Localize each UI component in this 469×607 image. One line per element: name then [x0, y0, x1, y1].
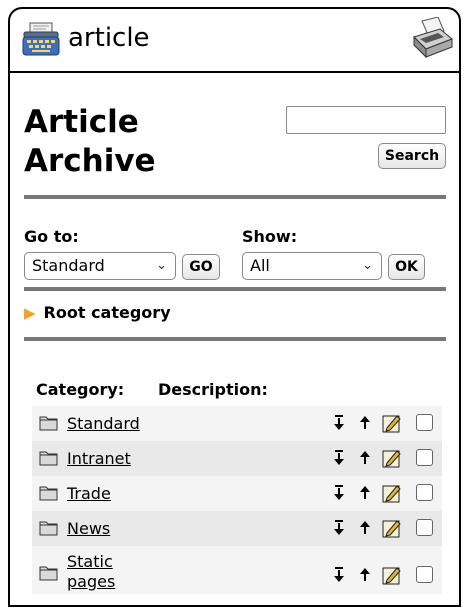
printer-icon[interactable] [410, 17, 454, 59]
ok-button[interactable]: OK [388, 254, 425, 280]
table-row: Trade [32, 476, 442, 511]
category-link[interactable]: Standard [67, 414, 140, 434]
edit-icon[interactable] [382, 565, 402, 585]
divider [24, 287, 446, 291]
row-checkbox[interactable] [416, 449, 433, 466]
row-checkbox[interactable] [416, 484, 433, 501]
category-table: Standard Intranet Trade News Static page… [32, 406, 442, 594]
category-link[interactable]: Trade [67, 484, 137, 504]
divider [24, 337, 446, 341]
search-input[interactable] [286, 106, 446, 134]
typewriter-icon [22, 22, 60, 56]
row-checkbox[interactable] [416, 566, 433, 583]
goto-label: Go to: [24, 227, 79, 246]
move-down-icon[interactable] [332, 484, 346, 502]
divider [24, 195, 446, 199]
goto-select[interactable]: Standard ⌄ [24, 252, 176, 280]
move-down-icon[interactable] [332, 414, 346, 432]
table-row: Standard [32, 406, 442, 441]
page-title: Article Archive [24, 103, 224, 181]
category-link[interactable]: Intranet [67, 449, 137, 469]
app-window: article Article Archive Search Go to: St… [8, 7, 461, 607]
move-down-icon[interactable] [332, 449, 346, 467]
breadcrumb-root: Root category [43, 303, 171, 322]
breadcrumb[interactable]: ▶ Root category [24, 303, 171, 323]
edit-icon[interactable] [382, 413, 402, 433]
move-up-icon[interactable] [358, 449, 372, 467]
edit-icon[interactable] [382, 483, 402, 503]
chevron-down-icon: ⌄ [362, 258, 373, 273]
show-select[interactable]: All ⌄ [242, 252, 382, 280]
edit-icon[interactable] [382, 518, 402, 538]
app-title: article [68, 23, 150, 53]
table-row: Static pages [32, 546, 442, 594]
go-button[interactable]: GO [182, 254, 220, 280]
folder-icon [39, 416, 58, 431]
table-row: News [32, 511, 442, 546]
title-bar: article [10, 9, 459, 73]
category-link[interactable]: Static pages [67, 552, 137, 592]
description-header: Description: [158, 380, 268, 399]
move-up-icon[interactable] [358, 566, 372, 584]
arrow-right-icon: ▶ [24, 304, 36, 322]
chevron-down-icon: ⌄ [156, 258, 167, 273]
folder-icon [39, 486, 58, 501]
page-title-line1: Article [24, 104, 139, 140]
show-label: Show: [242, 227, 298, 246]
edit-icon[interactable] [382, 448, 402, 468]
goto-select-value: Standard [32, 256, 105, 275]
folder-icon [39, 566, 58, 581]
row-checkbox[interactable] [416, 519, 433, 536]
row-checkbox[interactable] [416, 414, 433, 431]
table-row: Intranet [32, 441, 442, 476]
move-up-icon[interactable] [358, 484, 372, 502]
move-down-icon[interactable] [332, 519, 346, 537]
show-select-value: All [250, 256, 270, 275]
move-up-icon[interactable] [358, 519, 372, 537]
page-title-line2: Archive [24, 143, 156, 179]
move-up-icon[interactable] [358, 414, 372, 432]
category-header: Category: [36, 380, 125, 399]
move-down-icon[interactable] [332, 566, 346, 584]
search-button[interactable]: Search [378, 143, 446, 169]
folder-icon [39, 521, 58, 536]
category-link[interactable]: News [67, 519, 137, 539]
folder-icon [39, 451, 58, 466]
